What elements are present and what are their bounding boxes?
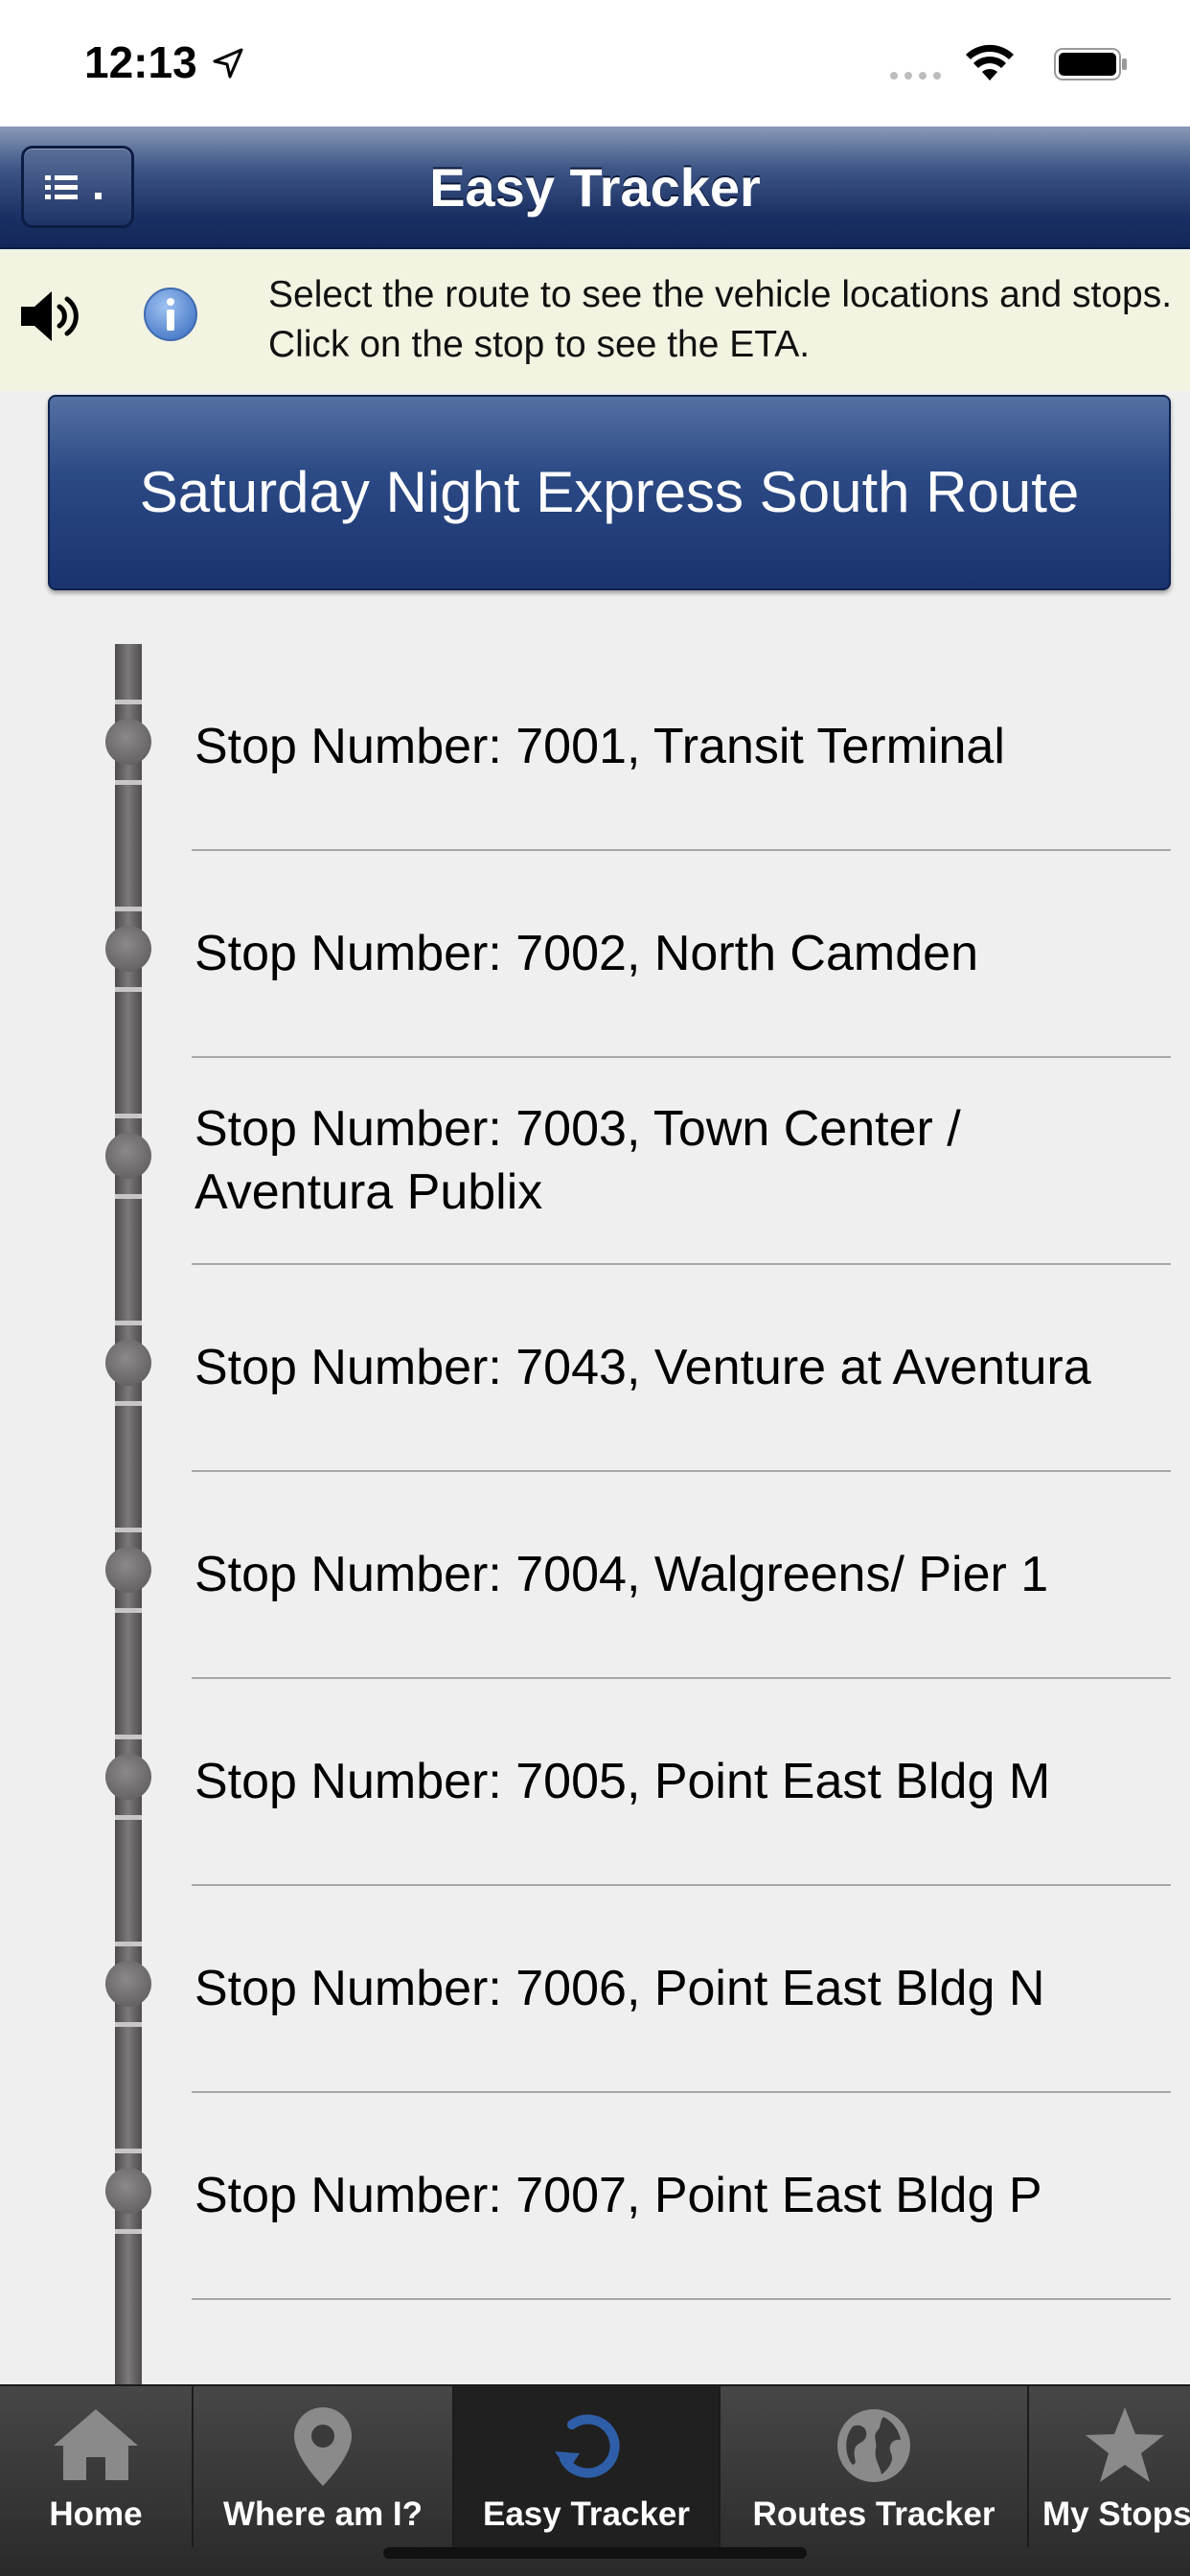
refresh-arrow-icon [555, 2414, 620, 2478]
stop-label: Stop Number: 7004, Walgreens/ Pier 1 [195, 1547, 1049, 1602]
timeline-tick [115, 1608, 142, 1613]
stop-label: Stop Number: 7043, Venture at Aventura [195, 1340, 1091, 1395]
tab-easy-tracker[interactable]: Easy Tracker [454, 2386, 721, 2547]
stop-marker-icon [105, 1547, 151, 1593]
tab-routes-tracker-label: Routes Tracker [752, 2496, 995, 2533]
stop-row[interactable]: Stop Number: 7005, Point East Bldg M [0, 1679, 1190, 1886]
status-bar: 12:13 [0, 0, 1190, 126]
timeline-tick [115, 1735, 142, 1739]
list-menu-icon [45, 175, 102, 199]
status-icons [841, 44, 1129, 82]
home-icon [54, 2409, 138, 2480]
stop-label: Stop Number: 7005, Point East Bldg M [195, 1754, 1051, 1809]
timeline-tick [115, 2229, 142, 2234]
timeline-tick [115, 700, 142, 704]
timeline-tick [115, 1528, 142, 1532]
battery-icon [1054, 48, 1127, 80]
stop-row[interactable]: Stop Number: 7007, Point East Bldg P [0, 2093, 1190, 2300]
tab-home[interactable]: Home [0, 2386, 194, 2547]
timeline-tick [115, 1321, 142, 1325]
globe-icon [837, 2409, 910, 2482]
timeline-tick [115, 1942, 142, 1946]
stop-row[interactable]: Stop Number: 7003, Town Center / Aventur… [0, 1058, 1190, 1265]
info-text: Select the route to see the vehicle loca… [268, 274, 1173, 365]
location-arrow-icon [213, 48, 243, 79]
stop-marker-icon [105, 1754, 151, 1800]
tab-home-label: Home [49, 2496, 143, 2533]
star-icon [1086, 2407, 1164, 2482]
signal-dots-icon [890, 72, 941, 80]
tab-routes-tracker[interactable]: Routes Tracker [721, 2386, 1029, 2547]
page-title: Easy Tracker [429, 157, 761, 218]
app-header: Easy Tracker [0, 126, 1190, 249]
timeline-tick [115, 1194, 142, 1199]
stop-marker-icon [105, 926, 151, 972]
tab-my-stops[interactable]: My Stops [1029, 2386, 1190, 2547]
status-time: 12:13 [84, 37, 197, 87]
timeline-tick [115, 2022, 142, 2027]
stop-label: Stop Number: 7006, Point East Bldg N [195, 1961, 1045, 2016]
tab-where-am-i-label: Where am I? [222, 2496, 423, 2533]
wifi-icon [966, 44, 1014, 80]
stop-row[interactable]: Stop Number: 7004, Walgreens/ Pier 1 [0, 1472, 1190, 1679]
timeline-tick [115, 2149, 142, 2153]
timeline-tick [115, 1401, 142, 1406]
stop-marker-icon [105, 1961, 151, 2007]
route-button[interactable]: Saturday Night Express South Route [48, 395, 1171, 590]
tab-where-am-i[interactable]: Where am I? [194, 2386, 454, 2547]
tab-my-stops-label: My Stops [1042, 2496, 1190, 2533]
timeline-tick [115, 1114, 142, 1118]
tab-easy-tracker-label: Easy Tracker [482, 2496, 690, 2533]
stop-label: Stop Number: 7002, North Camden [195, 926, 978, 981]
stop-marker-icon [105, 1340, 151, 1386]
stop-marker-icon [105, 2168, 151, 2214]
timeline-tick [115, 987, 142, 992]
stop-marker-icon [105, 1133, 151, 1179]
stop-row[interactable]: Stop Number: 7001, Transit Terminal [0, 644, 1190, 851]
map-pin-icon [294, 2407, 352, 2486]
stop-divider [192, 2298, 1171, 2300]
stop-row[interactable]: Stop Number: 7043, Venture at Aventura [0, 1265, 1190, 1472]
stop-label: Stop Number: 7003, Town Center / Aventur… [195, 1101, 961, 1220]
stop-label: Stop Number: 7007, Point East Bldg P [195, 2168, 1042, 2223]
speaker-icon[interactable] [17, 288, 84, 345]
menu-button[interactable] [21, 146, 134, 228]
timeline-tick [115, 1815, 142, 1820]
info-icon[interactable] [142, 286, 199, 343]
timeline-tick [115, 907, 142, 911]
stop-marker-icon [105, 719, 151, 765]
timeline-tick [115, 780, 142, 785]
stop-row[interactable]: Stop Number: 7006, Point East Bldg N [0, 1886, 1190, 2093]
stop-label: Stop Number: 7001, Transit Terminal [195, 719, 1005, 774]
stop-row[interactable]: Stop Number: 7002, North Camden [0, 851, 1190, 1058]
home-indicator [383, 2547, 807, 2559]
